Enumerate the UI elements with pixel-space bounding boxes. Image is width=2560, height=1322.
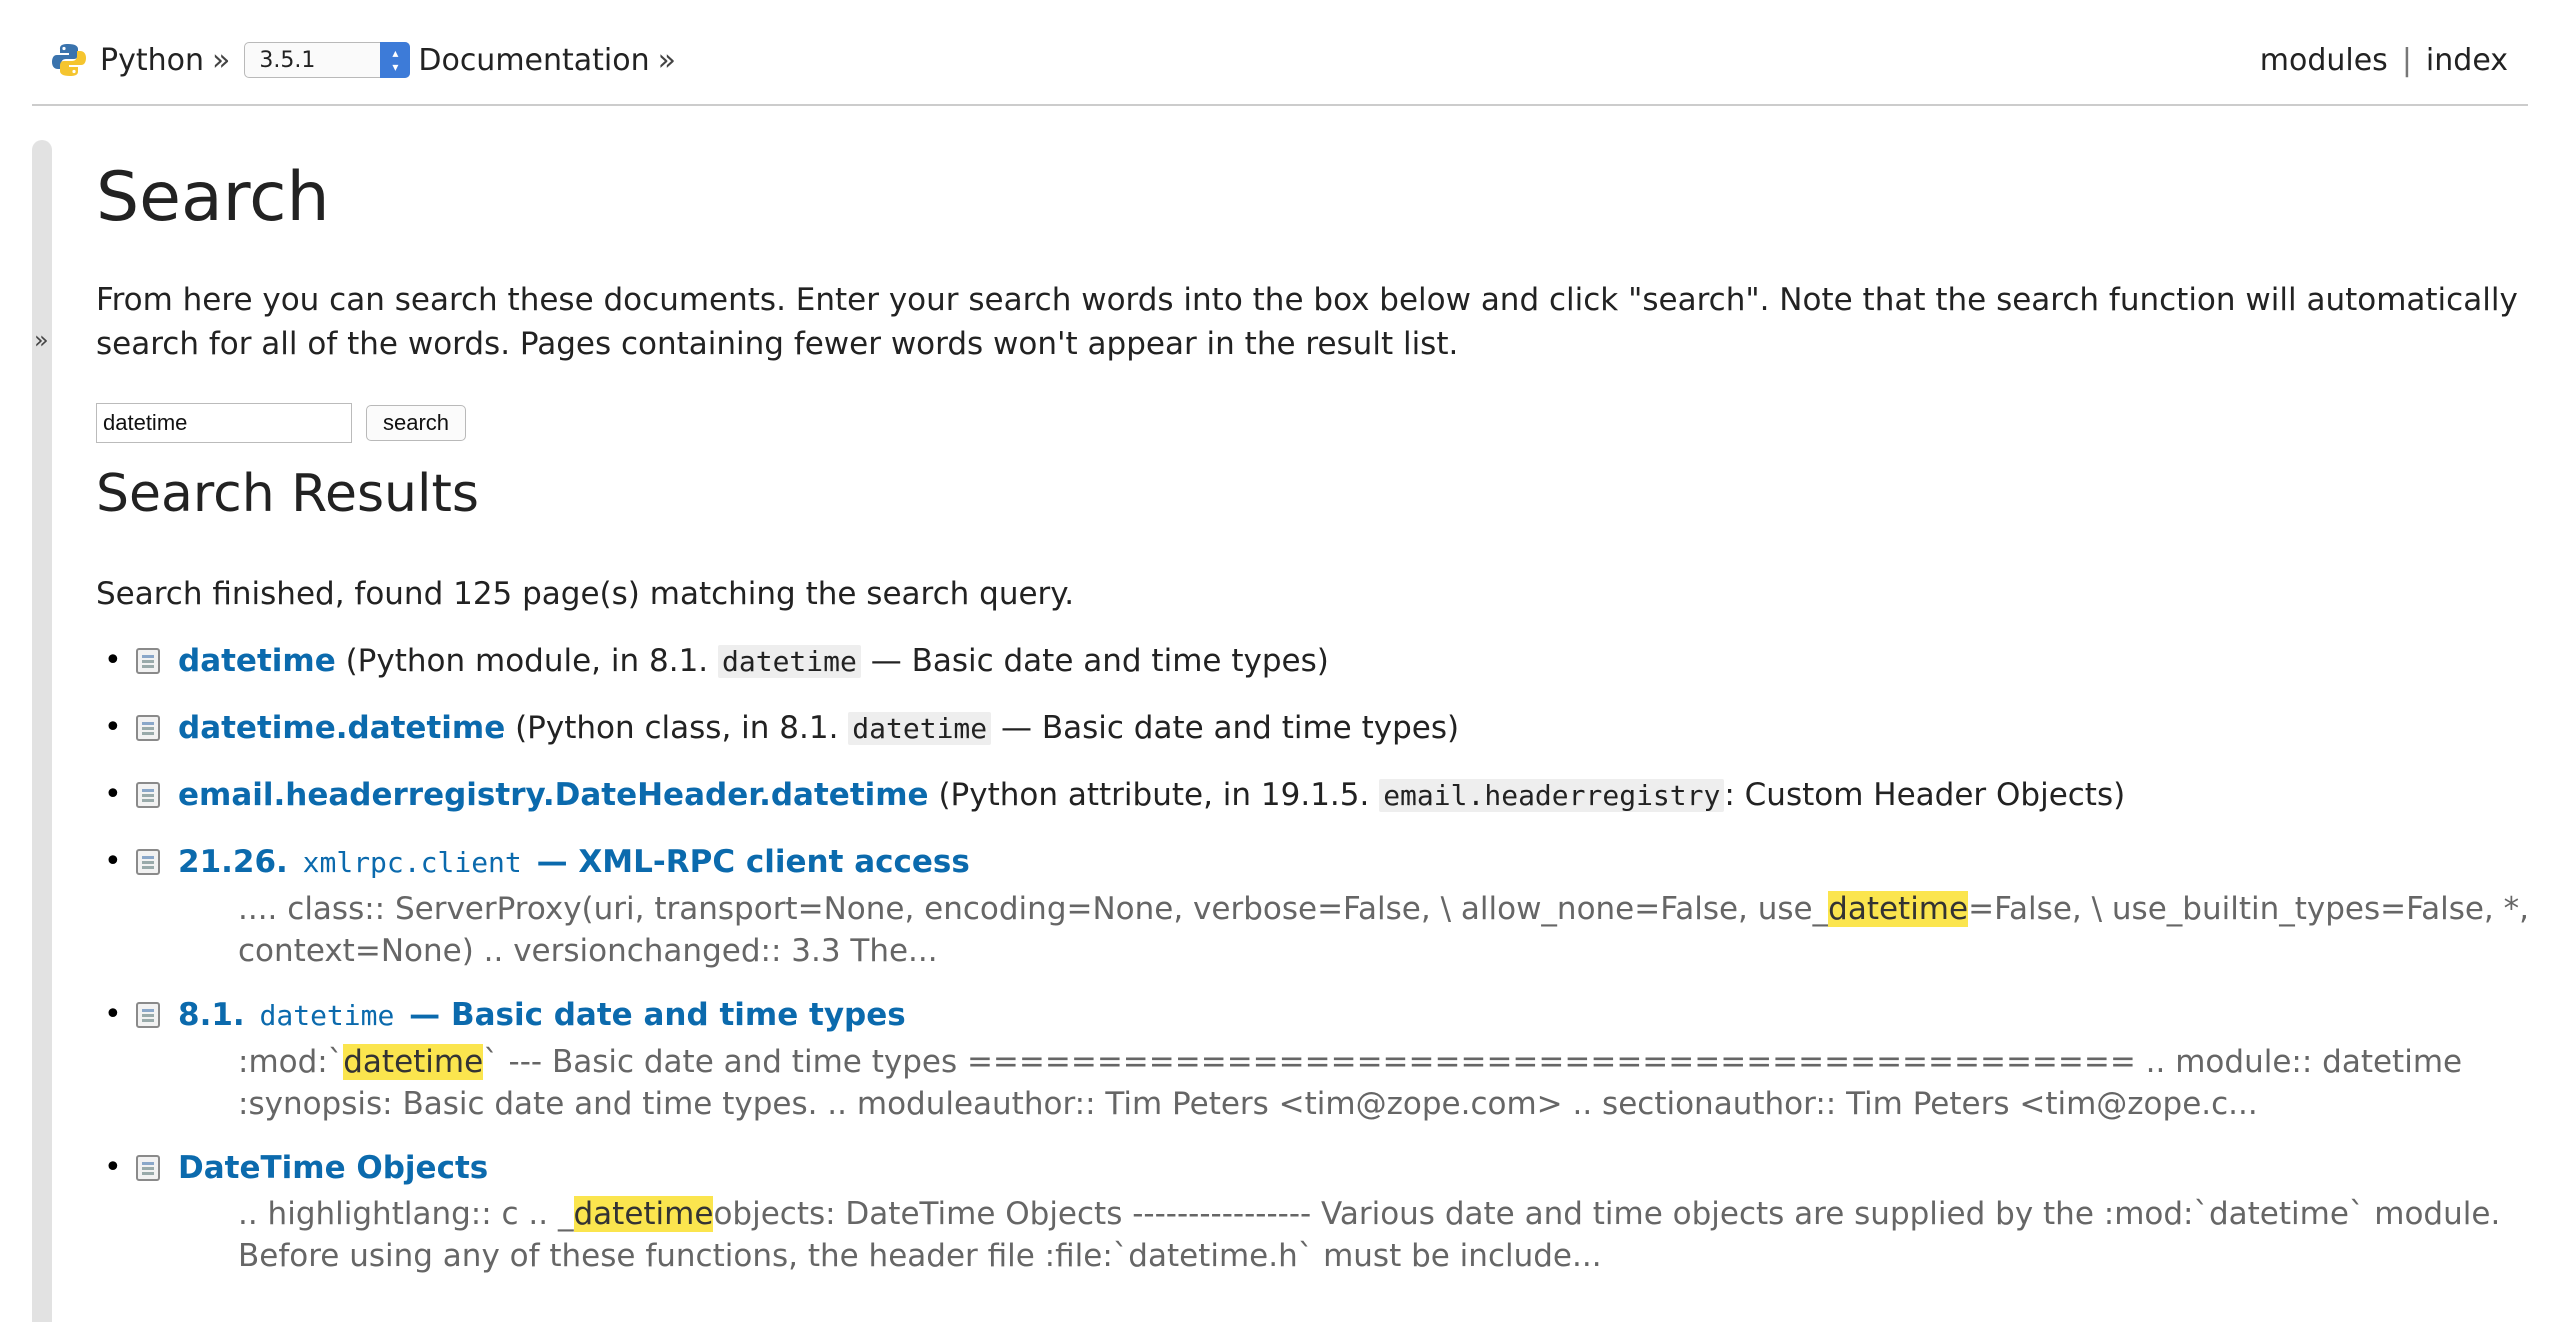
result-link-code: datetime [259, 999, 395, 1032]
document-icon [136, 715, 160, 741]
expand-sidebar-icon[interactable]: » [34, 326, 49, 354]
header-links: modules | index [2260, 38, 2508, 82]
search-status: Search finished, found 125 page(s) match… [96, 576, 1075, 612]
list-item: 21.26. xmlrpc.client — XML-RPC client ac… [96, 839, 2536, 972]
result-link[interactable]: DateTime Objects [178, 1150, 488, 1186]
excerpt-text: :mod:` [238, 1044, 344, 1080]
list-item: 8.1. datetime — Basic date and time type… [96, 992, 2536, 1125]
result-context-code: datetime [718, 645, 861, 678]
result-context-code: email.headerregistry [1379, 779, 1725, 812]
breadcrumb-separator: » [212, 42, 231, 78]
result-link-text: 8.1. [178, 997, 256, 1033]
result-link[interactable]: datetime.datetime [178, 710, 505, 746]
search-results-heading: Search Results [96, 464, 479, 524]
python-logo-icon[interactable] [50, 41, 88, 79]
document-icon [136, 648, 160, 674]
result-context-code: datetime [848, 712, 992, 745]
result-excerpt: :mod:`datetime` --- Basic date and time … [178, 1041, 2536, 1125]
breadcrumb-python-link[interactable]: Python [100, 43, 204, 78]
result-link-text: — Basic date and time types [398, 997, 906, 1033]
list-item: datetime.datetime (Python class, in 8.1.… [96, 705, 2536, 752]
index-link[interactable]: index [2426, 43, 2508, 78]
result-context: (Python class, in 8.1. datetime — Basic … [505, 710, 1459, 746]
search-input[interactable] [96, 403, 352, 443]
breadcrumb: Python » 3.5.1 ▴ ▾ Documentation » [50, 38, 686, 82]
result-link[interactable]: 8.1. datetime — Basic date and time type… [178, 997, 906, 1033]
list-item: email.headerregistry.DateHeader.datetime… [96, 772, 2536, 819]
search-results-list: datetime (Python module, in 8.1. datetim… [96, 638, 2536, 1277]
version-select-value: 3.5.1 [259, 47, 316, 73]
search-form: search [96, 402, 2536, 444]
result-link-text: 21.26. [178, 844, 299, 880]
search-highlight: datetime [343, 1044, 484, 1080]
excerpt-text: ` --- Basic date and time types ========… [238, 1044, 2463, 1122]
result-context-text: (Python class, in 8.1. [505, 710, 849, 746]
modules-link[interactable]: modules [2260, 43, 2388, 78]
result-link[interactable]: 21.26. xmlrpc.client — XML-RPC client ac… [178, 844, 970, 880]
result-context: (Python module, in 8.1. datetime — Basic… [336, 643, 1329, 679]
result-link-code: xmlrpc.client [302, 846, 522, 879]
list-item: datetime (Python module, in 8.1. datetim… [96, 638, 2536, 685]
version-select[interactable]: 3.5.1 ▴ ▾ [244, 42, 411, 78]
main-content: Search From here you can search these do… [96, 150, 2536, 1297]
result-context-text: — Basic date and time types) [991, 710, 1460, 746]
result-link[interactable]: datetime [178, 643, 336, 679]
header-link-separator: | [2401, 42, 2412, 78]
list-item: DateTime Objects .. highlightlang:: c ..… [96, 1145, 2536, 1277]
search-intro-text: From here you can search these documents… [96, 282, 2518, 362]
select-stepper-icon: ▴ ▾ [380, 42, 411, 78]
sidebar-collapsed-rail[interactable] [32, 140, 52, 1322]
result-excerpt: .... class:: ServerProxy(uri, transport=… [178, 888, 2536, 972]
breadcrumb-documentation-link[interactable]: Documentation [418, 43, 649, 78]
excerpt-text: .... class:: ServerProxy(uri, transport=… [238, 891, 1829, 927]
document-icon [136, 782, 160, 808]
result-context-text: — Basic date and time types) [860, 643, 1329, 679]
breadcrumb-separator: » [657, 42, 676, 78]
result-excerpt: .. highlightlang:: c .. _datetimeobjects… [178, 1193, 2536, 1277]
result-link[interactable]: email.headerregistry.DateHeader.datetime [178, 777, 929, 813]
document-icon [136, 849, 160, 875]
search-button[interactable]: search [366, 405, 467, 441]
result-context-text: : Custom Header Objects) [1724, 777, 2126, 813]
excerpt-text: .. highlightlang:: c .. _ [238, 1196, 574, 1232]
document-icon [136, 1155, 160, 1181]
search-highlight: datetime [1828, 891, 1969, 927]
result-context-text: (Python attribute, in 19.1.5. [928, 777, 1380, 813]
top-nav-bar: Python » 3.5.1 ▴ ▾ Documentation » module… [32, 0, 2528, 106]
document-icon [136, 1002, 160, 1028]
search-highlight: datetime [573, 1196, 714, 1232]
result-context-text: (Python module, in 8.1. [335, 643, 718, 679]
result-link-text: — XML-RPC client access [525, 844, 970, 880]
result-context: (Python attribute, in 19.1.5. email.head… [928, 777, 2126, 813]
page-title: Search [96, 158, 330, 237]
